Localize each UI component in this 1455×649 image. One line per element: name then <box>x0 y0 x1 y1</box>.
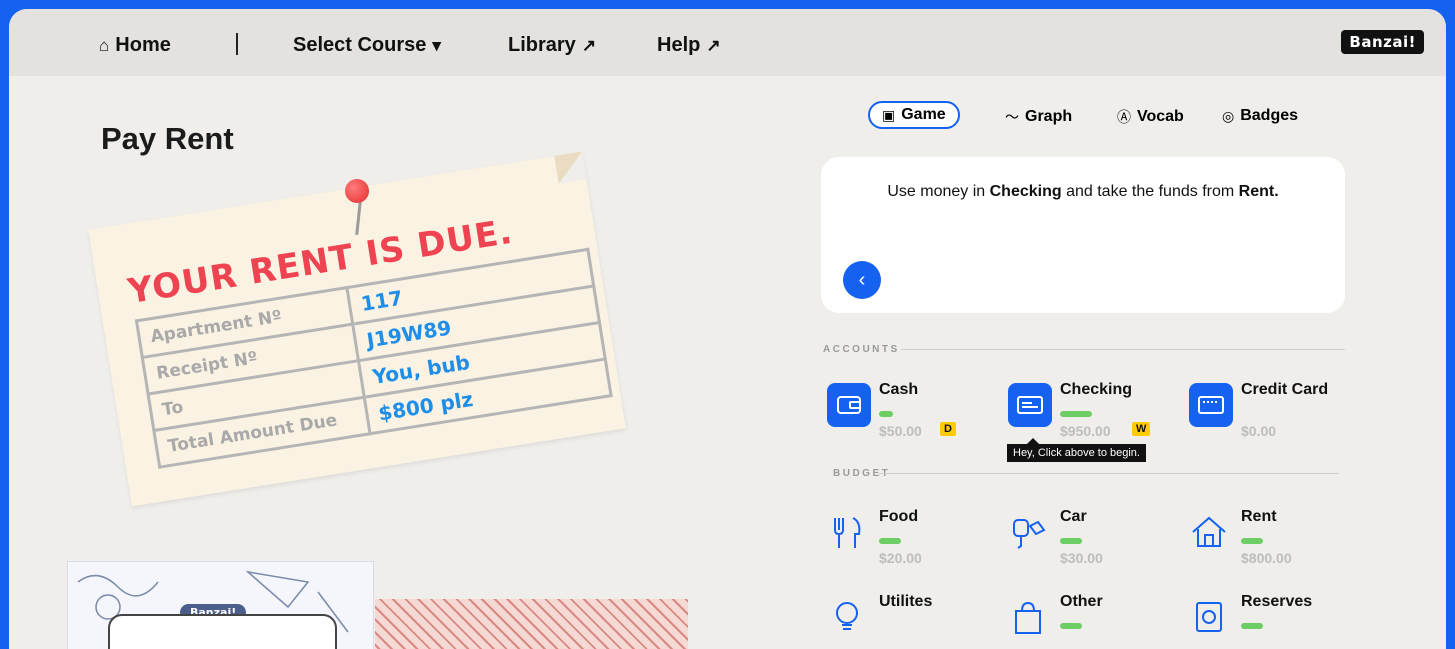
external-link-icon: ↗ <box>581 35 597 55</box>
account-amount: $950.00 <box>1060 423 1111 439</box>
account-cash[interactable]: Cash $50.00 D <box>827 381 997 451</box>
withdraw-tag: W <box>1132 422 1151 436</box>
budget-bar <box>1241 538 1263 544</box>
rent-notice: YOUR RENT IS DUE. Apartment Nº 117 Recei… <box>88 151 626 507</box>
instruction-card: Use money in Checking and take the funds… <box>821 157 1345 313</box>
budget-amount: $30.00 <box>1060 550 1103 566</box>
nav-help-label: Help <box>657 34 701 56</box>
nav-home-label: Home <box>115 34 171 56</box>
app-frame: ⌂ Home Select Course ▾ Library ↗ Help ↗ … <box>9 9 1446 649</box>
badge-icon: ◎ <box>1222 107 1235 124</box>
page-title: Pay Rent <box>101 121 234 156</box>
caret-down-icon: ▾ <box>432 35 441 55</box>
tab-vocab[interactable]: Ⓐ Vocab <box>1117 107 1184 127</box>
tab-badges[interactable]: ◎ Badges <box>1222 107 1298 125</box>
budget-bar <box>1241 623 1263 629</box>
budget-food[interactable]: Food $20.00 <box>827 508 997 578</box>
budget-utilities[interactable]: Utilites <box>827 593 997 649</box>
budget-name: Utilites <box>879 593 933 610</box>
tab-badges-label: Badges <box>1240 107 1299 124</box>
budget-reserves[interactable]: Reserves <box>1189 593 1359 649</box>
paper-fold <box>554 151 587 184</box>
budget-bar <box>1060 623 1082 629</box>
nav-divider <box>236 33 238 55</box>
budget-amount: $800.00 <box>1241 550 1292 566</box>
budget-amount: $20.00 <box>879 550 922 566</box>
budget-name: Food <box>879 508 919 525</box>
account-name: Credit Card <box>1241 381 1329 398</box>
home-icon: ⌂ <box>99 35 110 55</box>
budget-rent[interactable]: Rent $800.00 <box>1189 508 1359 578</box>
wallet-icon <box>827 383 871 427</box>
bag-icon <box>1015 601 1041 634</box>
hint-tooltip: Hey, Click above to begin. <box>1007 438 1146 462</box>
instruction-text: Use money in Checking and take the funds… <box>821 183 1345 201</box>
course-cover-red[interactable] <box>375 599 688 649</box>
tab-vocab-label: Vocab <box>1137 108 1184 125</box>
account-credit-card[interactable]: Credit Card $0.00 <box>1189 381 1359 451</box>
account-name: Cash <box>879 381 919 398</box>
account-bar <box>879 411 893 417</box>
external-link-icon: ↗ <box>706 35 721 55</box>
nav-help[interactable]: Help ↗ <box>657 34 721 57</box>
pushpin-icon <box>345 179 369 203</box>
budget-bar <box>1060 538 1082 544</box>
red-illustration <box>375 599 688 649</box>
credit-card-icon <box>1189 383 1233 427</box>
nav-select-course-label: Select Course <box>293 34 427 56</box>
cover-title-box <box>108 614 337 649</box>
gamepad-icon: ▣ <box>882 106 896 123</box>
budget-name: Rent <box>1241 508 1277 525</box>
back-button[interactable]: ‹ <box>843 261 881 299</box>
instruction-rent: Rent. <box>1238 183 1279 200</box>
tab-game-label: Game <box>901 106 946 123</box>
budget-name: Car <box>1060 508 1087 525</box>
safe-icon <box>1196 602 1222 632</box>
nav-select-course[interactable]: Select Course ▾ <box>293 34 441 57</box>
nav-home[interactable]: ⌂ Home <box>99 34 171 57</box>
accounts-label: ACCOUNTS <box>823 344 900 355</box>
instruction-checking: Checking <box>989 183 1062 200</box>
budget-bar <box>879 538 901 544</box>
deposit-tag: D <box>940 422 956 436</box>
house-icon <box>1192 516 1226 547</box>
tab-graph[interactable]: 〜 Graph <box>1005 107 1072 127</box>
car-key-icon <box>1013 519 1046 549</box>
budget-car[interactable]: Car $30.00 <box>1008 508 1178 578</box>
accounts-divider <box>901 349 1345 350</box>
top-nav-bar: ⌂ Home Select Course ▾ Library ↗ Help ↗ … <box>9 9 1446 76</box>
trend-icon: 〜 <box>1005 109 1019 125</box>
account-bar <box>1060 411 1092 417</box>
banzai-logo[interactable]: Banzai! <box>1341 30 1424 54</box>
instruction-mid: and take the funds from <box>1061 183 1239 200</box>
nav-library[interactable]: Library ↗ <box>508 34 596 57</box>
letter-icon: Ⓐ <box>1117 109 1131 125</box>
check-icon <box>1008 383 1052 427</box>
chevron-left-icon: ‹ <box>858 269 866 291</box>
tab-graph-label: Graph <box>1025 108 1073 125</box>
budget-divider <box>879 473 1339 474</box>
bulb-icon <box>836 602 858 630</box>
budget-name: Other <box>1060 593 1103 610</box>
account-amount: $50.00 <box>879 423 922 439</box>
account-amount: $0.00 <box>1241 423 1277 439</box>
account-name: Checking <box>1060 381 1133 398</box>
instruction-pre: Use money in <box>887 183 990 200</box>
nav-library-label: Library <box>508 34 576 56</box>
budget-name: Reserves <box>1241 593 1313 610</box>
utensils-icon <box>834 517 861 548</box>
tab-game[interactable]: ▣ Game <box>868 101 960 129</box>
budget-other[interactable]: Other <box>1008 593 1178 649</box>
